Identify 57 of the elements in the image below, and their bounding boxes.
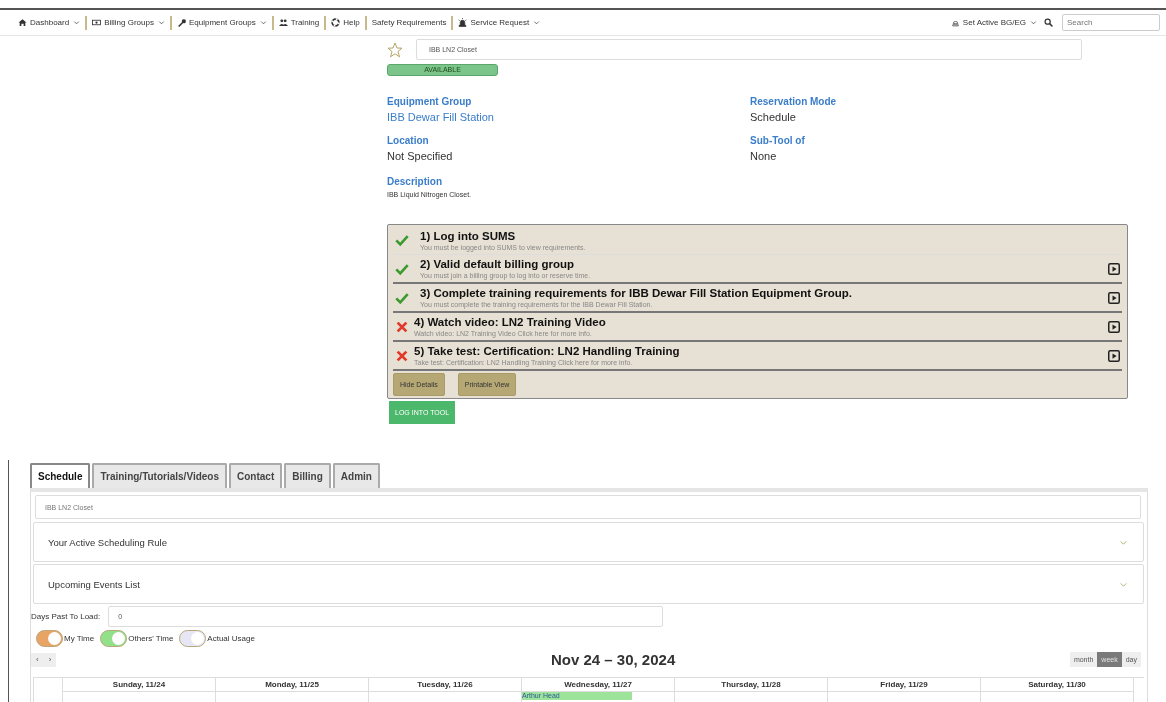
field-value: None (750, 150, 778, 162)
nav-menu-item[interactable]: Set Active BG/EG (950, 18, 1037, 27)
wrench-icon (176, 18, 186, 27)
toggle-label: My Time (64, 634, 95, 643)
play-button-icon[interactable] (1108, 320, 1120, 333)
home-icon (18, 18, 27, 27)
accordion-header[interactable]: Upcoming Events List (33, 564, 1144, 604)
nav-menu-item[interactable]: Equipment Groups (176, 18, 267, 27)
play-button-icon[interactable] (1108, 291, 1120, 304)
nav-menu-item[interactable]: Safety Requirements (371, 18, 447, 27)
caret-icon (259, 19, 267, 26)
toggle-label: Actual Usage (207, 634, 255, 643)
equipment-group-link[interactable]: IBB Dewar Fill Station (387, 111, 750, 123)
requirement-title: 1) Log into SUMS (420, 229, 517, 242)
users-icon (278, 18, 288, 27)
caret-icon (533, 19, 541, 26)
field-label: Description (387, 176, 443, 187)
nav-menu-item[interactable]: Dashboard (18, 18, 81, 27)
field-label: Sub-Tool of (750, 135, 806, 146)
tab[interactable]: Admin (332, 463, 380, 488)
day-header: Saturday, 11/30 (980, 678, 1134, 692)
caret-icon (1030, 19, 1037, 26)
field-label: Equipment Group (387, 96, 473, 107)
lifebuoy-icon (331, 18, 341, 27)
day-header: Sunday, 11/24 (62, 678, 216, 692)
toggle-switch[interactable] (36, 630, 63, 647)
tab[interactable]: Training/Tutorials/Videos (92, 463, 227, 488)
tab[interactable]: Billing (284, 463, 331, 488)
requirement-title: 4) Watch video: LN2 Training Video (414, 316, 607, 328)
requirement-title: 3) Complete training requirements for IBB Dewar Fill Station Equipment Group. (420, 287, 853, 299)
play-button-icon[interactable] (1108, 349, 1120, 362)
field-label: Reservation Mode (750, 96, 838, 107)
requirement-title: 2) Valid default billing group (420, 258, 575, 270)
toggle-switch[interactable] (100, 630, 128, 647)
banknote-icon (92, 18, 102, 27)
nav-menu-item[interactable]: Training (278, 18, 320, 27)
nav-menu-item[interactable]: Billing Groups (92, 18, 165, 27)
tab[interactable]: Schedule (30, 463, 91, 488)
search-icon (1044, 18, 1053, 27)
field-label: Days Past To Load: (31, 612, 101, 621)
play-button-icon[interactable] (1108, 262, 1120, 275)
search-field[interactable]: Search (1062, 14, 1160, 31)
accordion-header[interactable]: Your Active Scheduling Rule (33, 522, 1144, 562)
calendar-title: Nov 24 – 30, 2024 (551, 651, 676, 668)
field-value: Not Specified (387, 150, 454, 162)
siren-icon (458, 18, 468, 27)
field-label: Location (387, 135, 430, 146)
caret-icon (157, 19, 165, 26)
nav-menu-item[interactable]: Service Request (458, 18, 541, 27)
nav-menu-item[interactable]: Help (331, 18, 360, 27)
tab[interactable]: Contact (229, 463, 283, 488)
toggle-label: Others' Time (128, 634, 174, 643)
requirement-title: 5) Take test: Certification: LN2 Handling Training (414, 345, 681, 357)
lamp-icon (950, 18, 960, 27)
caret-icon (73, 19, 81, 26)
field-value: Schedule (750, 111, 797, 123)
toggle-switch[interactable] (179, 630, 207, 647)
